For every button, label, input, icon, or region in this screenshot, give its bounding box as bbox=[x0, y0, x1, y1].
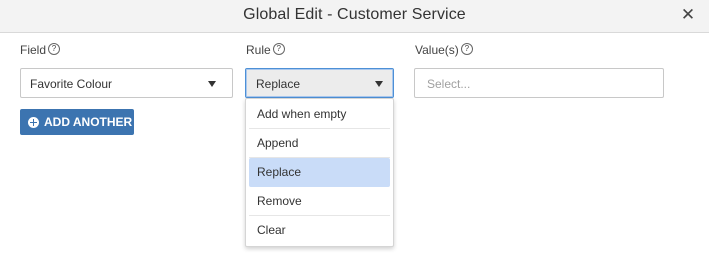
plus-circle-icon bbox=[28, 116, 39, 128]
field-label: Field bbox=[20, 43, 47, 57]
add-another-button[interactable]: ADD ANOTHER bbox=[20, 109, 134, 135]
dialog-titlebar: Global Edit - Customer Service ✕ bbox=[0, 0, 709, 33]
dialog-title: Global Edit - Customer Service bbox=[243, 6, 466, 23]
values-placeholder: Select... bbox=[427, 77, 471, 91]
field-select-value: Favorite Colour bbox=[30, 77, 113, 91]
global-edit-dialog: Global Edit - Customer Service ✕ Field ?… bbox=[0, 0, 709, 260]
rule-dropdown-menu: Add when empty Append Replace Remove Cle… bbox=[245, 98, 394, 247]
rule-option-remove[interactable]: Remove bbox=[249, 187, 390, 216]
rule-option-replace[interactable]: Replace bbox=[249, 158, 390, 187]
values-label-group: Value(s) ? bbox=[415, 43, 473, 57]
rule-label-group: Rule ? bbox=[246, 43, 285, 57]
chevron-down-icon bbox=[208, 81, 216, 87]
chevron-down-icon bbox=[375, 81, 383, 87]
values-select-input[interactable]: Select... bbox=[414, 68, 664, 98]
rule-option-clear[interactable]: Clear bbox=[249, 216, 390, 245]
values-label: Value(s) bbox=[415, 43, 459, 57]
field-help-icon[interactable]: ? bbox=[48, 43, 61, 55]
close-icon[interactable]: ✕ bbox=[679, 5, 697, 25]
rule-label: Rule bbox=[246, 43, 271, 57]
rule-select-value: Replace bbox=[256, 77, 301, 91]
values-help-icon[interactable]: ? bbox=[460, 43, 473, 55]
add-another-label: ADD ANOTHER bbox=[44, 115, 133, 129]
field-label-group: Field ? bbox=[20, 43, 61, 57]
rule-select[interactable]: Replace bbox=[245, 68, 394, 98]
rule-option-add-when-empty[interactable]: Add when empty bbox=[249, 100, 390, 129]
rule-help-icon[interactable]: ? bbox=[272, 43, 285, 55]
rule-option-append[interactable]: Append bbox=[249, 129, 390, 158]
field-select[interactable]: Favorite Colour bbox=[20, 68, 233, 98]
